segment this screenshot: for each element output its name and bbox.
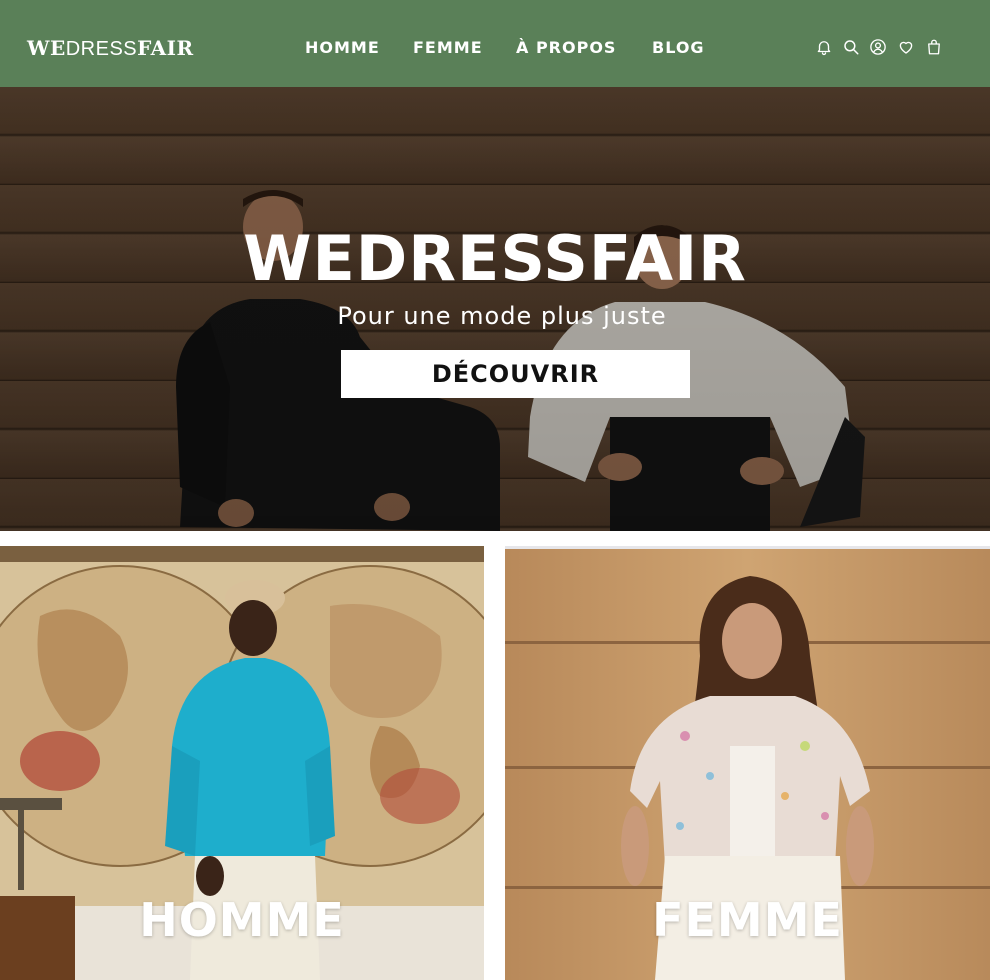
nav-link-homme[interactable]: HOMME bbox=[305, 38, 380, 58]
search-icon[interactable] bbox=[842, 38, 860, 56]
discover-button[interactable]: DÉCOUVRIR bbox=[341, 350, 690, 398]
heart-icon[interactable] bbox=[897, 38, 915, 56]
nav-link-a-propos[interactable]: À PROPOS bbox=[516, 38, 616, 58]
hero-title: WEDRESSFAIR bbox=[243, 222, 747, 295]
account-icon[interactable] bbox=[869, 38, 887, 56]
nav-link-femme[interactable]: FEMME bbox=[413, 38, 483, 58]
logo-dress: DRESS bbox=[65, 38, 138, 60]
site-logo[interactable]: WEDRESSFAIR bbox=[27, 37, 194, 60]
category-card-femme[interactable]: FEMME bbox=[505, 546, 990, 980]
category-label-femme: FEMME bbox=[652, 893, 843, 947]
nav-link-blog[interactable]: BLOG bbox=[652, 38, 705, 58]
top-navigation-bar: WEDRESSFAIR HOMME FEMME À PROPOS BLOG bbox=[0, 0, 990, 87]
hero-subtitle: Pour une mode plus juste bbox=[337, 302, 667, 330]
bell-icon[interactable] bbox=[815, 38, 833, 56]
logo-fair: FAIR bbox=[137, 36, 194, 60]
logo-we: WE bbox=[27, 36, 66, 60]
category-label-homme: HOMME bbox=[139, 893, 345, 947]
category-card-homme[interactable]: HOMME bbox=[0, 546, 484, 980]
bag-icon[interactable] bbox=[925, 38, 943, 56]
hero-banner: WEDRESSFAIR Pour une mode plus juste DÉC… bbox=[0, 87, 990, 531]
